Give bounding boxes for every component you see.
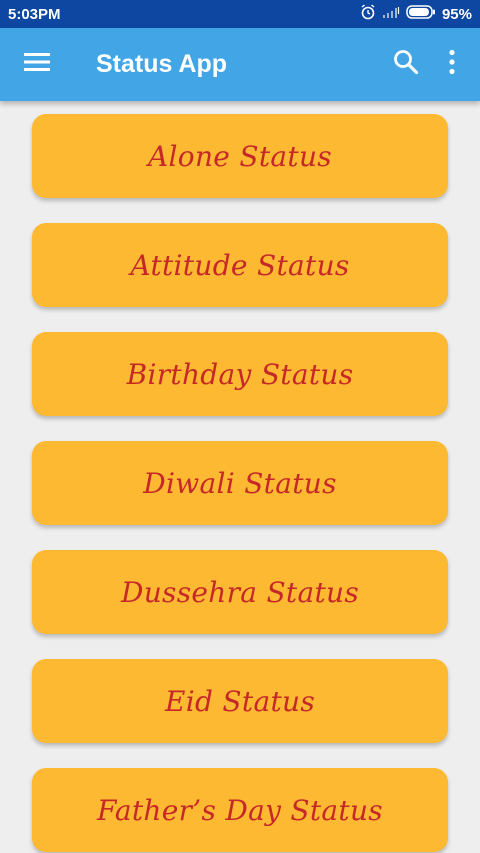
status-time: 5:03PM [8, 5, 61, 23]
menu-button[interactable] [17, 45, 57, 85]
search-button[interactable] [386, 45, 426, 85]
list-item-attitude-status[interactable]: Attitude Status [32, 223, 448, 307]
page-title: Status App [96, 50, 228, 78]
list-item-label: Attitude Status [130, 248, 350, 282]
status-category-list[interactable]: Alone Status Attitude Status Birthday St… [0, 101, 480, 853]
status-icons: 95% [360, 4, 472, 24]
status-bar: 5:03PM 95% [0, 0, 480, 28]
battery-percent: 95% [441, 5, 472, 23]
battery-icon [406, 5, 436, 23]
list-item-label: Alone Status [148, 139, 332, 173]
more-vertical-icon [448, 49, 456, 80]
search-icon [393, 49, 419, 80]
more-options-button[interactable] [432, 45, 472, 85]
list-item-label: Dussehra Status [120, 575, 360, 609]
list-item-label: Father’s Day Status [97, 793, 383, 827]
list-item-birthday-status[interactable]: Birthday Status [32, 332, 448, 416]
list-item-fathers-day-status[interactable]: Father’s Day Status [32, 768, 448, 852]
list-item-eid-status[interactable]: Eid Status [32, 659, 448, 743]
list-item-label: Eid Status [165, 684, 315, 718]
alarm-clock-icon [360, 4, 376, 24]
signal-icon [382, 5, 400, 23]
list-item-label: Birthday Status [126, 357, 354, 391]
list-item-dussehra-status[interactable]: Dussehra Status [32, 550, 448, 634]
list-item-label: Diwali Status [143, 466, 337, 500]
app-bar: Status App [0, 28, 480, 101]
menu-icon [24, 52, 50, 77]
list-item-alone-status[interactable]: Alone Status [32, 114, 448, 198]
list-item-diwali-status[interactable]: Diwali Status [32, 441, 448, 525]
